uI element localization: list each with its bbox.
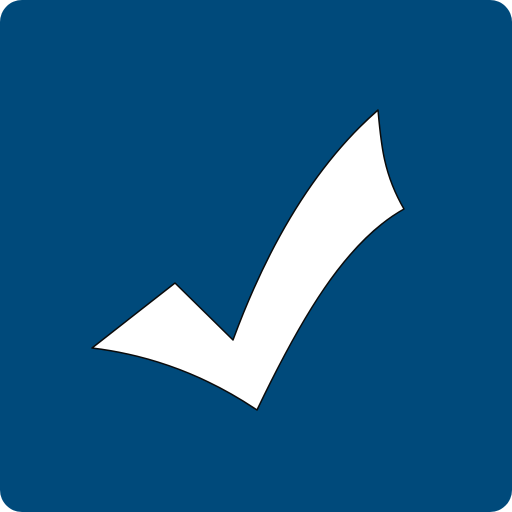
checkmark-shape [91,109,405,411]
checkmark-icon [91,109,405,411]
app-icon[interactable] [0,0,512,512]
